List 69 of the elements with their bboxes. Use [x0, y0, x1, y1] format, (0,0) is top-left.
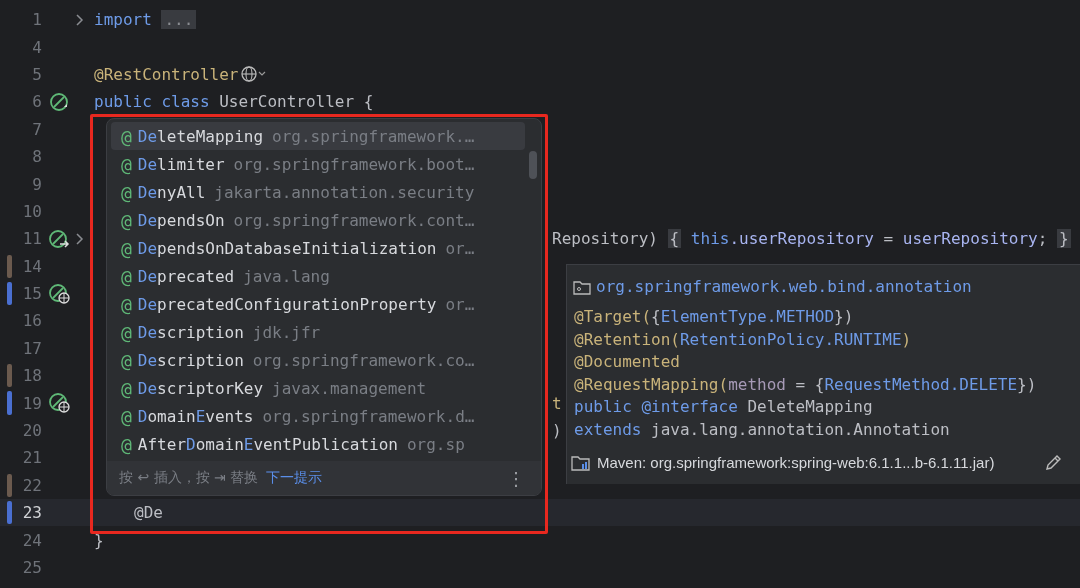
declaration-line: @Retention(RetentionPolicy.RUNTIME) — [574, 328, 913, 351]
declaration-line: extends java.lang.annotation.Annotation — [574, 418, 951, 441]
code-token: .userRepository — [729, 229, 874, 249]
code-token: this — [689, 229, 730, 249]
line-number: 11 — [21, 229, 42, 249]
completion-item[interactable]: @ Deprecated java.lang — [111, 262, 525, 290]
bean-globe-icon[interactable] — [48, 283, 70, 304]
globe-inlay-icon[interactable] — [239, 65, 266, 84]
code-token: ; — [1037, 229, 1049, 249]
line-number: 25 — [21, 558, 42, 577]
code-token: public class — [94, 92, 210, 112]
code-token: ) — [552, 421, 562, 441]
line-number: 18 — [21, 366, 42, 386]
code-token: @De — [134, 503, 163, 523]
completion-item[interactable]: @ Description jdk.jfr — [111, 318, 525, 346]
line-number: 20 — [21, 421, 42, 441]
code-token: } — [1056, 229, 1071, 249]
declaration-line: @Target({ElementType.METHOD}) — [574, 306, 855, 328]
code-token: userRepository — [902, 229, 1038, 249]
line-number: 22 — [21, 475, 42, 495]
package-name[interactable]: org.springframework.web.bind.annotation — [596, 277, 972, 296]
line-number: 5 — [31, 64, 42, 84]
hint-text: 按 ↩ 插入，按 ⇥ 替换 — [119, 469, 259, 487]
code-token: @RestController — [94, 64, 239, 84]
source-library-text: Maven: org.springframework:spring-web:6.1.1...b-6.1.11.jar) — [597, 454, 995, 472]
line-number: 9 — [31, 174, 42, 194]
declaration-line: @RequestMapping(method = {RequestMethod.DELETE}) — [574, 373, 1038, 396]
code-token: = — [882, 229, 895, 249]
completion-item[interactable]: @ Description org.springframework.co… — [111, 346, 525, 374]
completion-item[interactable]: @ DependsOnDatabaseInitialization or… — [111, 234, 525, 262]
code-token: } — [94, 530, 104, 550]
next-tip-link[interactable]: 下一提示 — [266, 469, 323, 487]
line-number: 1 — [31, 10, 42, 30]
completion-item[interactable]: @ DeleteMapping org.springframework.… — [111, 122, 525, 150]
completion-item[interactable]: @ DescriptorKey javax.management — [111, 374, 525, 402]
line-number: 16 — [21, 311, 42, 331]
line-number: 15 — [21, 284, 42, 304]
scrollbar[interactable] — [529, 151, 537, 179]
package-folder-icon — [573, 278, 591, 295]
bean-globe-icon[interactable] — [48, 393, 70, 414]
line-number: 17 — [21, 338, 42, 358]
completion-item[interactable]: @ Delimiter org.springframework.boot… — [111, 150, 525, 178]
completion-item[interactable]: @ DenyAll jakarta.annotation.security — [111, 178, 525, 206]
code-token: UserController { — [218, 92, 374, 112]
completion-item[interactable]: @ AfterDomainEventPublication org.sp — [111, 430, 525, 458]
code-token: import — [94, 10, 152, 30]
line-number: 7 — [31, 119, 42, 139]
declaration-line: @Documented — [574, 351, 681, 374]
edit-pencil-icon[interactable] — [1044, 453, 1062, 472]
line-number: 10 — [21, 201, 42, 221]
line-number: 21 — [21, 448, 42, 468]
line-number: 6 — [31, 92, 42, 112]
line-number: 19 — [21, 393, 42, 413]
line-number: 14 — [21, 256, 42, 276]
line-number: 8 — [31, 147, 42, 167]
bean-icon[interactable] — [49, 91, 69, 112]
completion-item[interactable]: @ DependsOn org.springframework.cont… — [111, 206, 525, 234]
code-token: { — [667, 229, 682, 249]
more-menu-button[interactable]: ⋮ — [503, 467, 529, 489]
code-token: ... — [161, 10, 197, 30]
line-number: 4 — [31, 37, 42, 57]
line-number: 23 — [21, 503, 42, 523]
code-token: Repository) — [552, 229, 659, 249]
declaration-line: public @interface DeleteMapping — [574, 396, 874, 419]
completion-item[interactable]: @ DeprecatedConfigurationProperty or… — [111, 290, 525, 318]
library-folder-icon — [571, 453, 591, 472]
code-token: t — [552, 393, 562, 413]
line-number: 24 — [21, 530, 42, 550]
completion-item[interactable]: @ DomainEvents org.springframework.d… — [111, 402, 525, 430]
